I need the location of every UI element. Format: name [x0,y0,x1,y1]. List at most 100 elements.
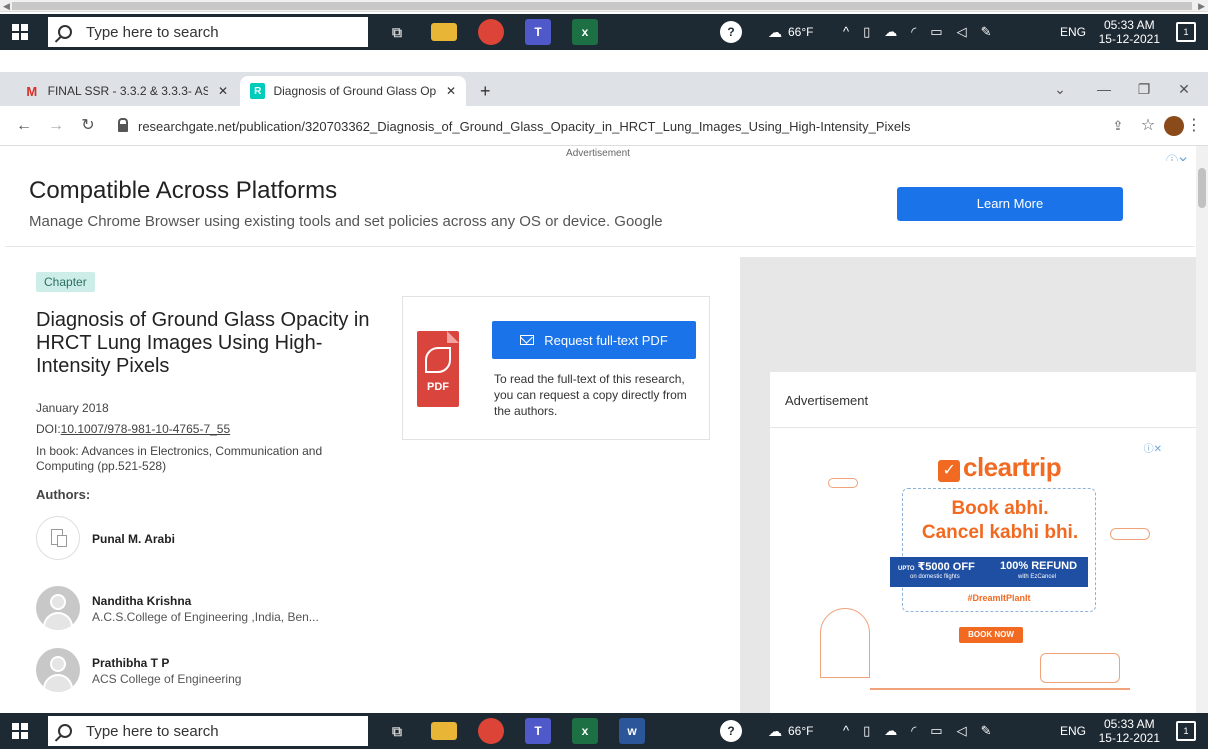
weather-temp: 66°F [788,724,814,738]
request-fulltext-button[interactable]: Request full-text PDF [492,321,696,359]
help-icon[interactable]: ? [720,21,742,43]
menu-icon[interactable]: ⋮ [1186,114,1202,138]
cleartrip-ad[interactable]: ⓘ✕ ✓ cleartrip Book abhi. Cancel kabhi bh… [810,438,1170,708]
file-explorer-icon[interactable] [431,23,457,41]
author-item[interactable]: Nanditha Krishna A.C.S.College of Engine… [36,586,396,636]
sidebar: Advertisement ⓘ✕ ✓ cleartrip Book abhi. C… [740,257,1196,713]
waterline-sketch [870,688,1130,690]
book-now-button[interactable]: BOOK NOW [959,627,1023,643]
tab-researchgate[interactable]: R Diagnosis of Ground Glass Opaci ✕ [240,76,466,106]
bookmark-star-icon[interactable]: ☆ [1136,114,1160,138]
doi-link[interactable]: 10.1007/978-981-10-4765-7_55 [61,422,230,436]
vertical-scrollbar[interactable] [1196,146,1208,713]
publication-type-badge: Chapter [36,272,95,292]
weather-widget[interactable]: ☁ 66°F [768,14,813,50]
fulltext-description: To read the full-text of this research, … [494,372,687,418]
pdf-label: PDF [427,381,449,393]
start-button[interactable] [0,713,40,749]
file-explorer-icon[interactable] [431,722,457,740]
publication-panel: Chapter Diagnosis of Ground Glass Opacit… [5,257,740,713]
scrollbar-thumb[interactable] [12,2,1192,10]
author-avatar [36,648,80,692]
task-view-icon[interactable]: ⧉ [384,718,410,744]
request-fulltext-label: Request full-text PDF [544,332,668,348]
refund-sub: with EzCancel [1018,574,1057,580]
close-icon[interactable]: ✕ [218,84,228,98]
offer-amount: ₹5000 OFF [917,561,975,573]
clock-time: 05:33 AM [1103,18,1155,32]
weather-temp: 66°F [788,25,814,39]
offer: UPTO ₹5000 OFF [898,560,975,573]
author-name[interactable]: Punal M. Arabi [92,532,175,546]
share-icon[interactable]: ⇪ [1106,114,1130,138]
language-indicator[interactable]: ENG [1060,14,1086,50]
excel-icon[interactable]: x [572,718,598,744]
sidebar-ad[interactable]: Advertisement ⓘ✕ ✓ cleartrip Book abhi. C… [770,372,1196,713]
language-indicator[interactable]: ENG [1060,713,1086,749]
publication-doi: DOI:10.1007/978-981-10-4765-7_55 [36,422,230,436]
tab-search-icon[interactable]: ⌄ [1040,72,1080,106]
close-window-button[interactable]: ✕ [1164,72,1204,106]
notification-icon[interactable]: 1 [1176,22,1196,42]
address-bar[interactable]: researchgate.net/publication/320703362_D… [110,112,1190,140]
author-name[interactable]: Nanditha Krishna [92,594,191,608]
help-icon[interactable]: ? [720,720,742,742]
brand-name: cleartrip [963,452,1062,482]
authors-label: Authors: [36,487,91,502]
tab-gmail[interactable]: M FINAL SSR - 3.3.2 & 3.3.3- AS ON ✕ [14,76,238,106]
author-affiliation: A.C.S.College of Engineering ,India, Ben… [92,610,319,624]
clock[interactable]: 05:33 AM 15-12-2021 [1099,717,1160,745]
horizontal-scrollbar[interactable]: ◀ ▶ [0,0,1208,12]
clock-time: 05:33 AM [1103,717,1155,731]
scroll-right-icon[interactable]: ▶ [1198,0,1205,12]
weather-widget[interactable]: ☁ 66°F [768,713,813,749]
taskbar-search[interactable]: Type here to search [48,716,368,746]
tab-label: FINAL SSR - 3.3.2 & 3.3.3- AS ON [47,84,208,98]
author-avatar [36,516,80,560]
doi-prefix: DOI: [36,422,61,436]
refund-text: 100% REFUND [1000,560,1078,572]
learn-more-button[interactable]: Learn More [897,187,1123,221]
minimize-button[interactable]: — [1084,72,1124,106]
chrome-icon[interactable] [478,718,504,744]
word-icon[interactable]: w [619,718,645,744]
close-icon[interactable]: ✕ [446,84,456,98]
author-name[interactable]: Prathibha T P [92,656,169,670]
url-text: researchgate.net/publication/320703362_D… [138,118,911,134]
ad-line1: Book abhi. [951,498,1049,519]
notification-count: 1 [1183,726,1189,736]
clock-date: 15-12-2021 [1098,731,1160,745]
search-icon [58,724,72,738]
forward-button[interactable]: → [44,114,68,138]
teams-icon[interactable]: T [525,19,551,45]
maximize-button[interactable]: ❐ [1124,72,1164,106]
ad-banner[interactable]: Compatible Across Platforms Manage Chrom… [5,161,1195,247]
teams-icon[interactable]: T [525,718,551,744]
cloud-icon: ☁ [768,23,782,40]
task-view-icon[interactable]: ⧉ [384,19,410,45]
clock[interactable]: 05:33 AM 15-12-2021 [1099,18,1160,46]
system-tray-icons[interactable]: ^▯☁◜▭◁✎ [843,14,1005,50]
start-button[interactable] [0,14,40,50]
tab-strip: M FINAL SSR - 3.3.2 & 3.3.3- AS ON ✕ R D… [0,72,1208,106]
publication-book: In book: Advances in Electronics, Commun… [36,444,323,473]
chrome-icon[interactable] [478,19,504,45]
scrollbar-thumb[interactable] [1198,168,1206,208]
system-tray-icons[interactable]: ^▯☁◜▭◁✎ [843,713,1005,749]
profile-avatar[interactable] [1164,116,1184,136]
ad-choices-icon[interactable]: ⓘ✕ [1144,440,1162,455]
scroll-left-icon[interactable]: ◀ [3,0,10,12]
search-placeholder: Type here to search [86,722,219,740]
notification-icon[interactable]: 1 [1176,721,1196,741]
cloud-icon: ☁ [768,722,782,739]
excel-icon[interactable]: x [572,19,598,45]
author-item[interactable]: Prathibha T P ACS College of Engineering [36,648,396,698]
reload-button[interactable]: ↻ [76,114,100,138]
taskbar-search[interactable]: Type here to search [48,17,368,47]
new-tab-button[interactable]: + [470,76,501,106]
ad-headline: Compatible Across Platforms [29,177,338,204]
back-button[interactable]: ← [12,114,36,138]
author-item[interactable]: Punal M. Arabi [36,516,396,566]
offer-sub: on domestic flights [910,574,960,580]
ad-label: Advertisement [566,148,630,159]
